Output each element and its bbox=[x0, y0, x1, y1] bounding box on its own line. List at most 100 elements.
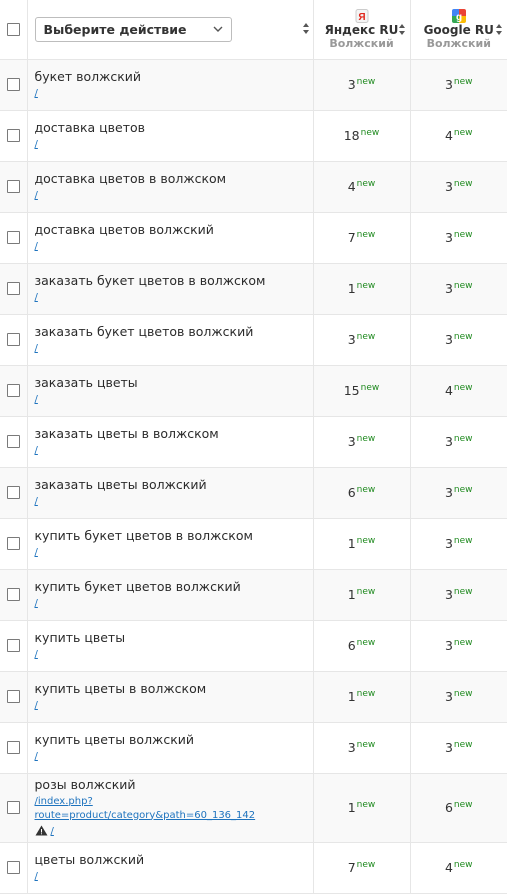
row-checkbox[interactable] bbox=[7, 333, 20, 346]
sort-keyword-icon[interactable] bbox=[303, 23, 310, 35]
table-row: купить букет цветов волжский/ 1new 3new bbox=[0, 569, 507, 620]
google-position: 3new bbox=[410, 314, 507, 365]
url-link[interactable]: / bbox=[35, 138, 38, 152]
yandex-position: 3new bbox=[313, 59, 410, 110]
row-checkbox[interactable] bbox=[7, 282, 20, 295]
keyword-cell: доставка цветов в волжском / bbox=[27, 161, 313, 212]
position-value: 7 bbox=[348, 860, 356, 875]
keyword-cell: цветы волжский/ bbox=[27, 842, 313, 893]
url-link[interactable]: / bbox=[35, 189, 38, 203]
position-value: 3 bbox=[445, 77, 453, 92]
keyword-text: заказать цветы волжский bbox=[35, 477, 313, 493]
position-value: 1 bbox=[348, 587, 356, 602]
url-link[interactable]: / bbox=[35, 291, 38, 305]
url-link[interactable]: / bbox=[35, 495, 38, 509]
url-link[interactable]: / bbox=[35, 342, 38, 356]
row-checkbox[interactable] bbox=[7, 129, 20, 142]
position-value: 6 bbox=[445, 800, 453, 815]
url-link[interactable]: / bbox=[35, 870, 38, 884]
row-checkbox[interactable] bbox=[7, 180, 20, 193]
url-link[interactable]: /index.php?route=product/category&path=6… bbox=[35, 795, 313, 823]
new-badge: new bbox=[357, 434, 376, 444]
new-badge: new bbox=[357, 332, 376, 342]
keyword-cell: заказать букет цветов волжский/ bbox=[27, 314, 313, 365]
keyword-cell: букет волжский / bbox=[27, 59, 313, 110]
table-row: купить цветы в волжском/ 1new 3new bbox=[0, 671, 507, 722]
position-value: 3 bbox=[348, 77, 356, 92]
row-checkbox[interactable] bbox=[7, 537, 20, 550]
keyword-text: заказать букет цветов в волжском bbox=[35, 273, 313, 289]
new-badge: new bbox=[454, 230, 473, 240]
url-link-secondary[interactable]: / bbox=[51, 825, 54, 839]
bulk-action-select[interactable]: Выберите действие bbox=[35, 17, 232, 42]
url-link[interactable]: / bbox=[35, 240, 38, 254]
keyword-cell: заказать цветы в волжском/ bbox=[27, 416, 313, 467]
yandex-position: 1new bbox=[313, 671, 410, 722]
position-value: 4 bbox=[445, 860, 453, 875]
url-link[interactable]: / bbox=[35, 648, 38, 662]
row-checkbox[interactable] bbox=[7, 588, 20, 601]
sort-yandex-icon[interactable] bbox=[399, 24, 406, 36]
new-badge: new bbox=[357, 740, 376, 750]
google-position: 3new bbox=[410, 212, 507, 263]
google-position: 4new bbox=[410, 365, 507, 416]
new-badge: new bbox=[357, 536, 376, 546]
yandex-position: 3new bbox=[313, 416, 410, 467]
url-link[interactable]: / bbox=[35, 750, 38, 764]
new-badge: new bbox=[454, 128, 473, 138]
keyword-text: заказать цветы bbox=[35, 375, 313, 391]
yandex-header[interactable]: Я Яндекс RU Волжский bbox=[313, 0, 410, 59]
position-value: 4 bbox=[348, 179, 356, 194]
keyword-text: доставка цветов в волжском bbox=[35, 171, 313, 187]
select-all-checkbox[interactable] bbox=[7, 23, 20, 36]
url-link[interactable]: / bbox=[35, 393, 38, 407]
url-link[interactable]: / bbox=[35, 546, 38, 560]
row-checkbox[interactable] bbox=[7, 486, 20, 499]
row-checkbox[interactable] bbox=[7, 231, 20, 244]
google-position: 6new bbox=[410, 773, 507, 842]
google-position: 3new bbox=[410, 416, 507, 467]
table-row: купить букет цветов в волжском/ 1new 3ne… bbox=[0, 518, 507, 569]
chevron-down-icon bbox=[213, 26, 223, 32]
url-link[interactable]: / bbox=[35, 597, 38, 611]
sort-google-icon[interactable] bbox=[496, 24, 503, 36]
yandex-position: 6new bbox=[313, 620, 410, 671]
row-checkbox[interactable] bbox=[7, 690, 20, 703]
new-badge: new bbox=[357, 860, 376, 870]
google-position: 3new bbox=[410, 161, 507, 212]
google-position: 3new bbox=[410, 620, 507, 671]
keyword-text: доставка цветов bbox=[35, 120, 313, 136]
warning-icon bbox=[35, 825, 48, 836]
new-badge: new bbox=[454, 740, 473, 750]
row-checkbox[interactable] bbox=[7, 384, 20, 397]
row-checkbox[interactable] bbox=[7, 861, 20, 874]
google-region: Волжский bbox=[411, 37, 507, 50]
url-link[interactable]: / bbox=[35, 87, 38, 101]
keyword-text: купить букет цветов волжский bbox=[35, 579, 313, 595]
new-badge: new bbox=[357, 230, 376, 240]
row-checkbox[interactable] bbox=[7, 741, 20, 754]
new-badge: new bbox=[357, 638, 376, 648]
select-all-cell bbox=[0, 0, 27, 59]
keyword-text: букет волжский bbox=[35, 69, 313, 85]
new-badge: new bbox=[454, 638, 473, 648]
row-checkbox[interactable] bbox=[7, 639, 20, 652]
position-value: 6 bbox=[348, 485, 356, 500]
position-value: 1 bbox=[348, 536, 356, 551]
row-checkbox[interactable] bbox=[7, 435, 20, 448]
new-badge: new bbox=[357, 281, 376, 291]
row-checkbox[interactable] bbox=[7, 801, 20, 814]
svg-text:g: g bbox=[456, 12, 462, 23]
table-row: розы волжский /index.php?route=product/c… bbox=[0, 773, 507, 842]
row-checkbox[interactable] bbox=[7, 78, 20, 91]
position-value: 18 bbox=[344, 128, 360, 143]
new-badge: new bbox=[454, 434, 473, 444]
url-link[interactable]: / bbox=[35, 444, 38, 458]
url-link[interactable]: / bbox=[35, 699, 38, 713]
new-badge: new bbox=[454, 383, 473, 393]
google-header[interactable]: g Google RU Волжский bbox=[410, 0, 507, 59]
keyword-cell: купить цветы/ bbox=[27, 620, 313, 671]
action-header-cell: Выберите действие bbox=[27, 0, 313, 59]
table-row: доставка цветов в волжском/ 4new 3new bbox=[0, 161, 507, 212]
position-value: 1 bbox=[348, 800, 356, 815]
